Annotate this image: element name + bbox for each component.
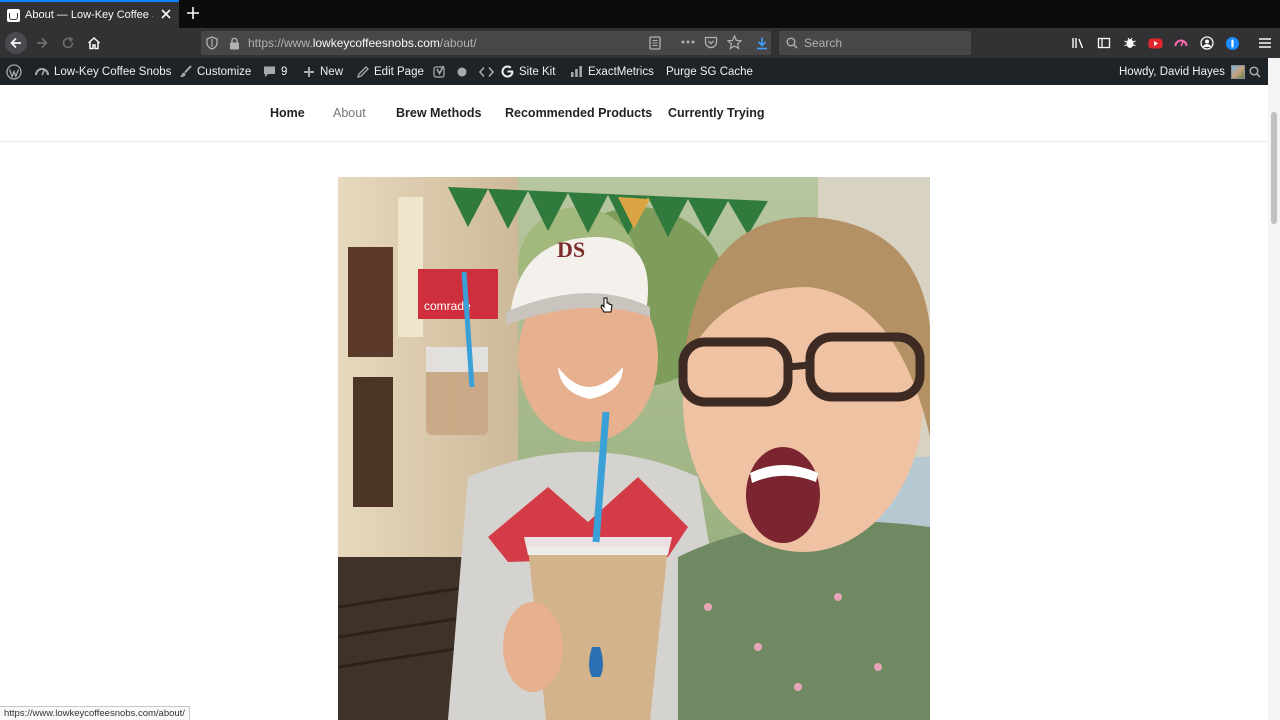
about-featured-photo: comrade DS (338, 177, 930, 720)
status-url-tooltip: https://www.lowkeycoffeesnobs.com/about/ (0, 706, 190, 720)
scrollbar-thumb[interactable] (1271, 112, 1277, 224)
forward-arrow-icon (37, 37, 48, 49)
purge-cache-link[interactable]: Purge SG Cache (666, 58, 753, 85)
tracking-shield-icon[interactable] (206, 36, 218, 50)
customize-label: Customize (197, 65, 252, 78)
nav-link-brew-methods[interactable]: Brew Methods (396, 106, 481, 120)
exactmetrics-link[interactable]: ExactMetrics (570, 58, 654, 85)
extension-bug-button[interactable] (1119, 32, 1141, 54)
howdy-label: Howdy, David Hayes (1119, 65, 1225, 78)
download-arrow-icon (757, 37, 767, 50)
wp-admin-bar: Low-Key Coffee Snobs Customize 9 New Edi… (0, 58, 1268, 85)
youtube-icon (1148, 38, 1162, 48)
new-tab-icon[interactable] (184, 4, 202, 22)
comment-bubble-icon (264, 66, 275, 77)
forward-button[interactable] (31, 32, 53, 54)
nav-toolbar: https://www.lowkeycoffeesnobs.com/about/… (0, 28, 1280, 58)
coffee-selfie-image: comrade DS (338, 177, 930, 720)
purge-cache-label: Purge SG Cache (666, 65, 753, 78)
site-kit-label: Site Kit (519, 65, 556, 78)
comments-link[interactable]: 9 (263, 58, 287, 85)
code-icon (479, 66, 494, 77)
library-button[interactable] (1067, 32, 1089, 54)
search-bar[interactable]: Search (779, 31, 971, 55)
search-icon (786, 37, 798, 49)
reload-icon (62, 36, 74, 49)
yoast-icon (433, 65, 445, 78)
wordpress-logo-icon (6, 63, 22, 80)
lock-icon[interactable] (229, 37, 240, 50)
home-icon (87, 36, 101, 50)
url-text[interactable]: https://www.lowkeycoffeesnobs.com/about/ (248, 36, 477, 50)
my-account-link[interactable]: Howdy, David Hayes (1119, 58, 1245, 85)
speedometer-icon (1174, 39, 1188, 47)
exactmetrics-label: ExactMetrics (588, 65, 654, 78)
url-bar[interactable]: https://www.lowkeycoffeesnobs.com/about/ (201, 31, 771, 55)
account-button[interactable] (1196, 32, 1218, 54)
site-kit-link[interactable]: Site Kit (501, 58, 555, 85)
extension-speedometer-button[interactable] (1170, 32, 1192, 54)
google-icon (501, 65, 514, 78)
password-manager-icon (1225, 36, 1239, 50)
hamburger-menu-icon (1259, 38, 1271, 48)
sidebar-button[interactable] (1093, 32, 1115, 54)
cap-text: DS (557, 237, 585, 262)
nav-link-home[interactable]: Home (270, 106, 305, 120)
search-icon (1249, 65, 1261, 78)
status-dot-icon (457, 67, 467, 76)
site-favicon-icon (7, 8, 20, 22)
downloads-button[interactable] (751, 32, 773, 54)
new-content-link[interactable]: New (303, 58, 343, 85)
comments-count: 9 (281, 65, 288, 78)
site-name-label: Low-Key Coffee Snobs (54, 65, 172, 78)
site-navigation: Home About Brew Methods Recommended Prod… (0, 85, 1268, 142)
extension-youtube-button[interactable] (1144, 32, 1166, 54)
nav-link-about[interactable]: About (333, 106, 366, 120)
page-actions-icon[interactable] (681, 40, 695, 44)
code-snippets-button[interactable] (479, 58, 499, 85)
bar-chart-icon (571, 66, 582, 77)
menu-button[interactable] (1254, 32, 1276, 54)
reader-view-icon[interactable] (649, 36, 661, 50)
bookmark-star-icon[interactable] (727, 35, 742, 50)
wp-logo-button[interactable] (6, 58, 27, 85)
sidebar-icon (1097, 37, 1111, 49)
site-name-link[interactable]: Low-Key Coffee Snobs (35, 58, 171, 85)
edit-page-link[interactable]: Edit Page (357, 58, 424, 85)
tab-strip: About — Low-Key Coffee Snobs (0, 0, 1280, 28)
pencil-icon (357, 65, 369, 78)
customize-link[interactable]: Customize (179, 58, 251, 85)
reload-button[interactable] (57, 32, 79, 54)
pointer-cursor-icon (600, 297, 613, 313)
admin-search-button[interactable] (1249, 58, 1266, 85)
plus-icon (304, 66, 314, 77)
search-placeholder: Search (804, 36, 843, 50)
seo-score-indicator[interactable] (457, 58, 472, 85)
close-icon[interactable] (159, 7, 173, 21)
active-tab[interactable]: About — Low-Key Coffee Snobs (0, 0, 179, 28)
password-manager-button[interactable] (1221, 32, 1243, 54)
yoast-seo-button[interactable] (433, 58, 452, 85)
dashboard-icon (35, 68, 49, 76)
nav-link-currently-trying[interactable]: Currently Trying (668, 106, 765, 120)
pocket-icon[interactable] (704, 36, 718, 49)
new-label: New (320, 65, 344, 78)
account-icon (1200, 36, 1214, 50)
library-icon (1072, 38, 1084, 49)
home-button[interactable] (83, 32, 105, 54)
tab-title: About — Low-Key Coffee Snobs (25, 9, 153, 21)
bug-icon (1124, 37, 1136, 48)
paintbrush-icon (180, 65, 192, 77)
avatar (1230, 64, 1245, 79)
nav-link-recommended-products[interactable]: Recommended Products (505, 106, 652, 120)
edit-page-label: Edit Page (374, 65, 424, 78)
back-button[interactable] (5, 32, 27, 54)
back-arrow-icon (10, 37, 21, 49)
